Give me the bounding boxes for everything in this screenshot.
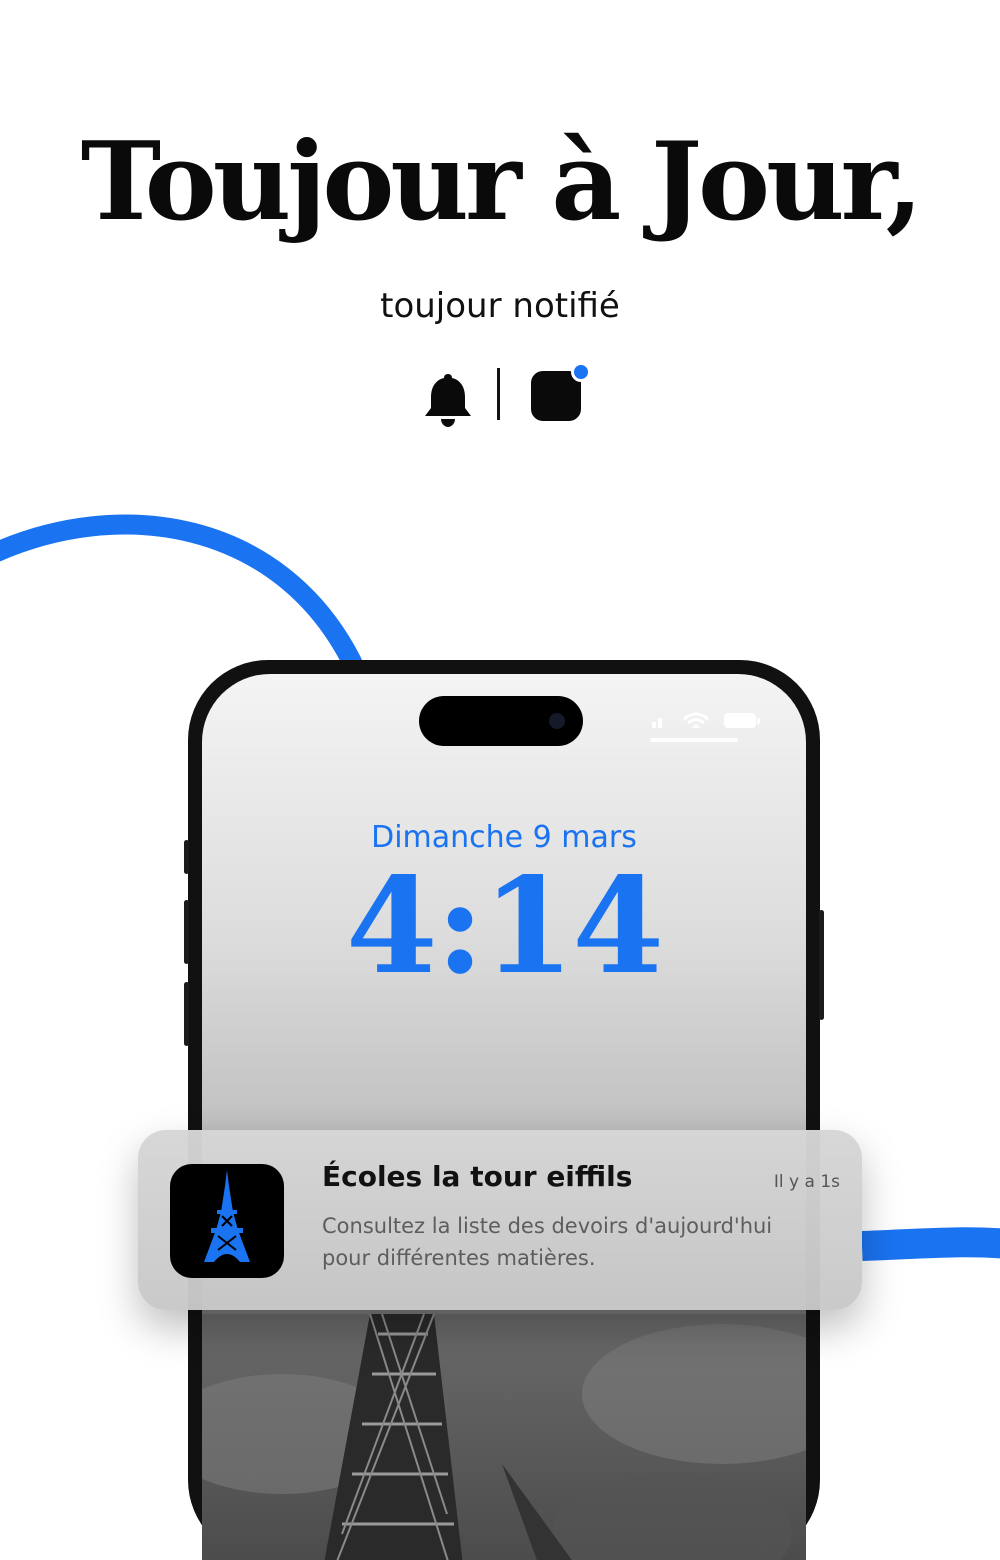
icon-row xyxy=(0,362,1000,427)
phone-volume-up xyxy=(184,900,189,964)
notification-title: Écoles la tour eiffils xyxy=(322,1160,633,1193)
status-bar-icons xyxy=(652,712,760,728)
notification-badge xyxy=(571,362,591,382)
status-underline xyxy=(650,738,738,742)
phone-volume-down xyxy=(184,982,189,1046)
phone-side-button xyxy=(184,840,189,874)
eiffel-tower-icon xyxy=(170,1164,284,1278)
lock-time: 4:14 xyxy=(345,849,664,1004)
bell-icon xyxy=(425,374,471,427)
divider xyxy=(497,368,500,420)
headline: Toujour à Jour, xyxy=(80,119,924,245)
notification-card[interactable]: Écoles la tour eiffils Il y a 1s Consult… xyxy=(138,1130,862,1310)
notification-timestamp: Il y a 1s xyxy=(773,1172,840,1192)
front-camera xyxy=(549,713,565,729)
subtitle: toujour notifié xyxy=(380,286,620,326)
dynamic-island xyxy=(419,696,583,746)
lock-screen: Dimanche 9 mars 4:14 xyxy=(202,674,806,1560)
eiffel-tower-photo xyxy=(202,1314,806,1560)
notification-body: Consultez la liste des devoirs d'aujourd… xyxy=(322,1214,773,1270)
phone-power-button xyxy=(819,910,824,1020)
phone-mockup: Dimanche 9 mars 4:14 xyxy=(184,660,824,1560)
